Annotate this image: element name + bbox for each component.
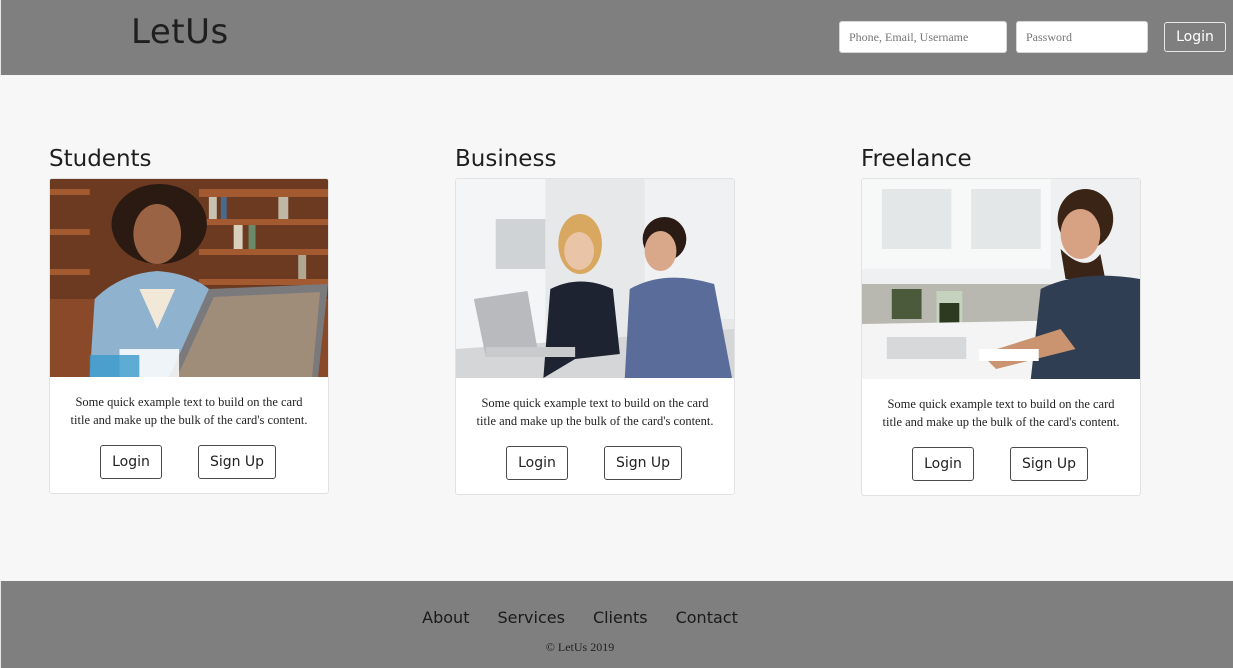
header-login-button[interactable]: Login [1164,22,1226,52]
students-image [50,179,328,377]
footer-link-services[interactable]: Services [497,608,564,627]
students-section: Students Some quick example text to buil… [49,142,329,494]
students-signup-button[interactable]: Sign Up [198,445,276,479]
brand-logo[interactable]: LetUs [131,12,229,52]
password-input[interactable] [1016,21,1148,53]
business-login-button[interactable]: Login [506,446,568,480]
students-card: Some quick example text to build on the … [49,178,329,494]
freelance-section: Freelance Some quick example text to bui… [861,142,1141,496]
footer-link-about[interactable]: About [422,608,469,627]
footer-nav: About Services Clients Contact [1,608,1159,627]
students-title: Students [49,146,152,172]
copyright-text: © LetUs 2019 [545,640,615,654]
username-input[interactable] [839,21,1007,53]
students-card-text: Some quick example text to build on the … [70,395,308,427]
freelance-card: Some quick example text to build on the … [861,178,1141,496]
business-title: Business [455,146,557,172]
business-signup-button[interactable]: Sign Up [604,446,682,480]
business-card-text: Some quick example text to build on the … [476,396,714,428]
students-login-button[interactable]: Login [100,445,162,479]
freelance-title: Freelance [861,146,972,172]
footer-link-contact[interactable]: Contact [676,608,738,627]
footer-link-clients[interactable]: Clients [593,608,648,627]
business-card: Some quick example text to build on the … [455,178,735,495]
top-navbar: LetUs Login [0,0,1233,75]
freelance-card-text: Some quick example text to build on the … [882,397,1120,429]
freelance-image [862,179,1140,379]
business-image [456,179,734,378]
freelance-login-button[interactable]: Login [912,447,974,481]
business-section: Business Some quick example text to buil… [455,142,735,495]
footer: About Services Clients Contact © LetUs 2… [0,581,1233,668]
freelance-signup-button[interactable]: Sign Up [1010,447,1088,481]
